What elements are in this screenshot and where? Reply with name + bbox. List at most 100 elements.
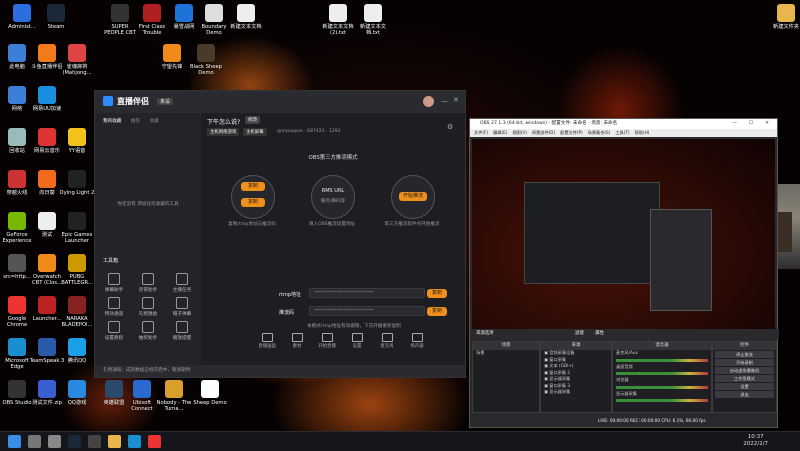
- desktop-icon[interactable]: 守望先锋: [154, 44, 190, 70]
- tool-item[interactable]: 抽奖助手: [135, 321, 161, 341]
- obs-menu-item[interactable]: 工具(T): [615, 130, 629, 135]
- tool-item[interactable]: 礼物激励: [135, 297, 161, 317]
- obs-menu-item[interactable]: 编辑(E): [493, 130, 507, 135]
- desktop-icon[interactable]: SUPER PEOPLE CBT: [102, 4, 138, 36]
- desktop-icon[interactable]: 腾讯QQ: [59, 338, 95, 364]
- bottom-tool[interactable]: 开始直播: [315, 333, 339, 349]
- settings-icon[interactable]: ⚙: [447, 123, 453, 131]
- steam-icon[interactable]: [68, 435, 81, 448]
- close-icon[interactable]: ✕: [453, 96, 459, 104]
- tool-item[interactable]: 房管助手: [135, 273, 161, 293]
- desktop-icon[interactable]: YY语音: [59, 128, 95, 154]
- copy-key-button[interactable]: 复制: [427, 307, 447, 316]
- obs-window[interactable]: OBS 27.1.3 (64-bit, windows) - 配置文件: 未命名…: [469, 118, 779, 428]
- desktop-icon[interactable]: PUBG BATTLEGR...: [59, 254, 95, 286]
- control-button[interactable]: 开始录制: [715, 359, 774, 366]
- avatar[interactable]: [423, 96, 434, 107]
- desktop-icon[interactable]: 新建文本文档(2).txt: [320, 4, 356, 36]
- app-icon: [68, 44, 86, 62]
- obs-menu-item[interactable]: 文件(F): [474, 130, 488, 135]
- tab-favorites[interactable]: 我的收藏: [103, 119, 121, 124]
- bottom-tool[interactable]: 麦克风: [375, 333, 399, 349]
- helper-badge[interactable]: 未设: [157, 98, 174, 105]
- obs-maximize-icon[interactable]: ☐: [749, 119, 753, 129]
- desktop-icon[interactable]: Boundary Demo: [196, 4, 232, 36]
- obs-close-icon[interactable]: ✕: [765, 119, 769, 129]
- tab-recommended[interactable]: 推荐: [131, 119, 140, 124]
- source-item[interactable]: ▣ 显示器采集: [541, 389, 611, 396]
- desktop-icon-label: 新建文本文档(2).txt: [322, 24, 354, 36]
- tool-item[interactable]: 弹幕助手: [101, 273, 127, 293]
- volume-meter[interactable]: [616, 372, 708, 375]
- desktop-icon[interactable]: Nobody - The Turna...: [156, 380, 192, 412]
- tool-item[interactable]: 播放提醒: [169, 321, 195, 341]
- volume-meter[interactable]: [616, 358, 708, 362]
- filters-button[interactable]: 滤镜: [575, 331, 584, 336]
- obs-menu-item[interactable]: 视图(V): [512, 130, 527, 135]
- obs-statusbar: LIVE: 00:00:00 REC: 00:00:00 CPU: 6.1%, …: [470, 415, 777, 426]
- obs-minimize-icon[interactable]: —: [732, 119, 737, 129]
- desktop-icon[interactable]: Administ...: [4, 4, 40, 30]
- task-view-icon[interactable]: [48, 435, 61, 448]
- tool-item[interactable]: 主播任务: [169, 273, 195, 293]
- tab-collected[interactable]: 收藏: [150, 119, 159, 124]
- desktop-icon[interactable]: Steam: [38, 4, 74, 30]
- chrome-icon[interactable]: [148, 435, 161, 448]
- bottom-tool[interactable]: 直播画面: [255, 333, 279, 349]
- desktop-icon[interactable]: QQ游戏: [59, 380, 95, 406]
- tool-item[interactable]: 特效通道: [101, 297, 127, 317]
- clock[interactable]: 10:37 2022/2/7: [743, 434, 768, 448]
- obs-icon[interactable]: [88, 435, 101, 448]
- windows-start-icon[interactable]: [8, 435, 21, 448]
- desktop-icon[interactable]: 新建文本文档.txt: [355, 4, 391, 36]
- obs-menu-item[interactable]: 帮助(H): [635, 130, 650, 135]
- edit-title-button[interactable]: 修改: [245, 116, 261, 124]
- desktop-icon[interactable]: 新建文件夹: [768, 4, 800, 30]
- start-push-button[interactable]: 开始推流: [399, 192, 427, 201]
- obs-menu-item[interactable]: 停靠部件(D): [532, 130, 555, 135]
- desktop-icon[interactable]: Epic Games Launcher: [59, 212, 95, 244]
- bottom-tool[interactable]: 素材: [285, 333, 309, 349]
- tool-label: 房管助手: [138, 288, 158, 293]
- live-helper-window[interactable]: 直播伴侣 未设 — ✕ 我的收藏 推荐 收藏 你还没有 添加任何收藏的工具 工具…: [94, 90, 466, 378]
- control-button[interactable]: 启动虚拟摄像机: [715, 367, 774, 374]
- tool-item[interactable]: 设置教程: [101, 321, 127, 341]
- source-options[interactable]: 来源选项: [476, 331, 494, 336]
- desktop-icon[interactable]: 新建文本文档: [228, 4, 264, 30]
- minimize-icon[interactable]: —: [441, 97, 448, 105]
- obs-menu-item[interactable]: 场景集合(S): [588, 130, 611, 135]
- control-button[interactable]: 工作室模式: [715, 375, 774, 382]
- desktop-icon[interactable]: Dying Light 2: [59, 170, 95, 196]
- file-explorer-icon[interactable]: [108, 435, 121, 448]
- edge-icon[interactable]: [128, 435, 141, 448]
- desktop-icon[interactable]: 网易UU加速: [29, 86, 65, 112]
- bottom-tool[interactable]: 扬声器: [405, 333, 429, 349]
- desktop-icon[interactable]: 雀魂麻将 (Mahjong...: [59, 44, 95, 76]
- control-button[interactable]: 退出: [715, 391, 774, 398]
- stream-key-field[interactable]: **************************: [309, 306, 425, 316]
- search-icon[interactable]: [28, 435, 41, 448]
- volume-meter[interactable]: [616, 399, 708, 402]
- obs-menu-item[interactable]: 配置文件(P): [560, 130, 583, 135]
- category-tag[interactable]: 主机网络游戏: [207, 128, 240, 136]
- subcategory-tag[interactable]: 主机屏幕: [243, 128, 267, 136]
- desktop-icon[interactable]: Ubisoft Connect: [124, 380, 160, 412]
- step1-copy-button-2[interactable]: 复制: [241, 198, 265, 207]
- properties-button[interactable]: 属性: [595, 331, 604, 336]
- copy-rtmp-button[interactable]: 复制: [427, 289, 447, 298]
- tool-item[interactable]: 帽子弹幕: [169, 297, 195, 317]
- helper-titlebar: 直播伴侣 未设 — ✕: [95, 91, 465, 113]
- step1-copy-button-1[interactable]: 复制: [241, 182, 265, 191]
- scene-item[interactable]: 场景: [473, 350, 539, 357]
- desktop-icon[interactable]: Sheep Demo: [192, 380, 228, 406]
- desktop-icon[interactable]: NARAKA BLADEPOI...: [59, 296, 95, 328]
- bottom-tool-label: 设置: [352, 344, 362, 349]
- bottom-tool[interactable]: 设置: [345, 333, 369, 349]
- desktop-icon[interactable]: First Class Trouble: [134, 4, 170, 36]
- desktop-icon[interactable]: Black Sheep Demo: [188, 44, 224, 76]
- control-button[interactable]: 停止推流: [715, 351, 774, 358]
- volume-meter[interactable]: [616, 385, 708, 389]
- desktop-icon-label: 新建文本文档.txt: [360, 24, 386, 36]
- rtmp-field[interactable]: **************************: [309, 288, 425, 298]
- control-button[interactable]: 设置: [715, 383, 774, 390]
